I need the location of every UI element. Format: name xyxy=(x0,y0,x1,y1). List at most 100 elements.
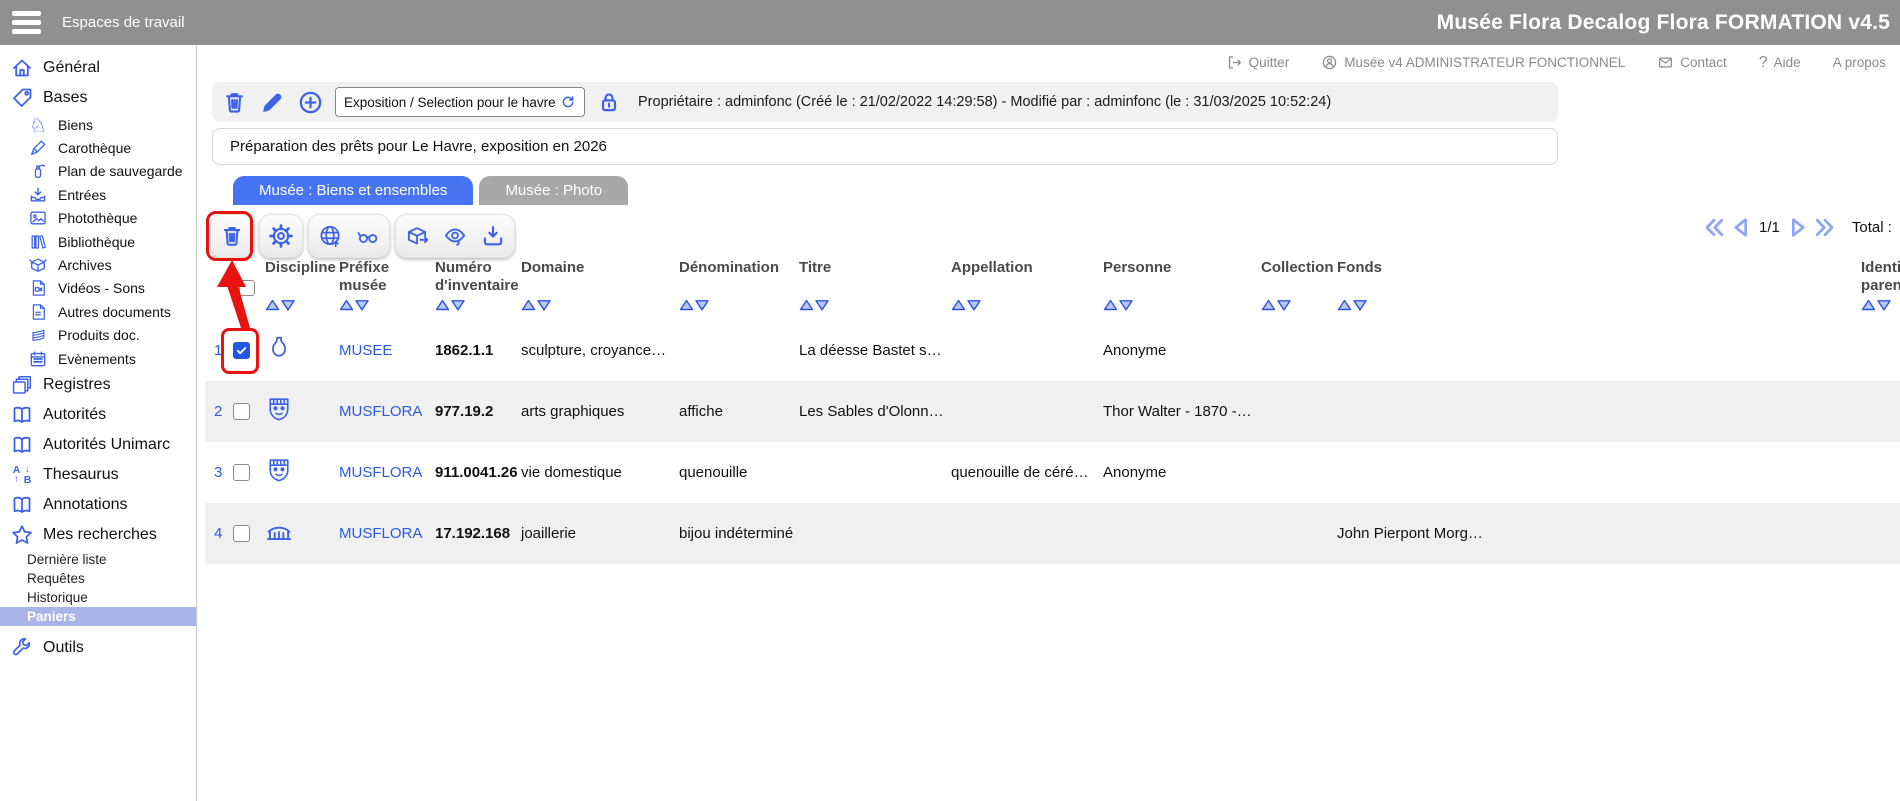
book-icon xyxy=(10,493,34,517)
cell-prefixe[interactable]: MUSFLORA xyxy=(331,525,427,542)
row-checkbox[interactable] xyxy=(233,403,250,420)
globe-icon[interactable] xyxy=(317,223,343,249)
delete-basket-button[interactable] xyxy=(221,89,248,116)
sidebar-item-outils[interactable]: Outils xyxy=(0,633,196,663)
box-export-icon[interactable] xyxy=(404,223,430,249)
tab-musee-biens-et-ensembles[interactable]: Musée : Biens et ensembles xyxy=(233,176,473,205)
column-header-ident: Identification parent xyxy=(1853,256,1900,320)
download-icon[interactable] xyxy=(480,223,506,249)
sort-icon[interactable] xyxy=(1261,298,1321,318)
basket-toolbar: Exposition / Selection pour le havre Pro… xyxy=(212,82,1558,122)
sidebar-item-autres-documents[interactable]: Autres documents xyxy=(0,300,196,323)
sidebar-item-evenements[interactable]: Evènements xyxy=(0,347,196,370)
utility-bar: Quitter Musée v4 ADMINISTRATEUR FONCTION… xyxy=(197,45,1900,80)
sort-icon[interactable] xyxy=(1103,298,1245,318)
sidebar-item-autorites-unimarc[interactable]: Autorités Unimarc xyxy=(0,430,196,460)
row-checkbox[interactable] xyxy=(233,525,250,542)
cell-prefixe[interactable]: MUSFLORA xyxy=(331,464,427,481)
sidebar-item-requetes[interactable]: Requêtes xyxy=(0,569,196,588)
aide-label: Aide xyxy=(1774,55,1801,70)
sidebar-item-label: Carothèque xyxy=(58,140,131,156)
sidebar-item-registres[interactable]: Registres xyxy=(0,370,196,400)
sidebar-item-biens[interactable]: ♘Biens xyxy=(0,113,196,136)
cell-prefixe[interactable]: MUSFLORA xyxy=(331,403,427,420)
apropos-button[interactable]: A propos xyxy=(1833,55,1886,70)
glasses-icon[interactable] xyxy=(355,223,381,249)
lock-icon[interactable] xyxy=(596,89,622,115)
cell-prefixe[interactable]: MUSEE xyxy=(331,342,427,359)
sidebar-item-thesaurus[interactable]: A↓↑BThesaurus xyxy=(0,460,196,490)
row-checkbox-cell xyxy=(229,525,257,542)
row-checkbox[interactable] xyxy=(233,464,250,481)
books-icon xyxy=(28,232,48,252)
prev-page-button[interactable] xyxy=(1729,215,1754,240)
cell-denomination: bijou indéterminé xyxy=(671,525,791,542)
sidebar-item-videos-sons[interactable]: Vidéos - Sons xyxy=(0,277,196,300)
sidebar-item-carotheque[interactable]: Carothèque xyxy=(0,136,196,159)
add-basket-button[interactable] xyxy=(297,89,324,116)
sidebar-item-paniers[interactable]: Paniers xyxy=(0,607,196,626)
sidebar-item-general[interactable]: Général xyxy=(0,53,196,83)
row-number-link[interactable]: 1 xyxy=(205,342,229,359)
sidebar-item-label: Mes recherches xyxy=(43,526,157,544)
sidebar-item-label: Archives xyxy=(58,257,112,273)
cell-numero: 911.0041.26 xyxy=(427,464,513,481)
tab-musee-photo[interactable]: Musée : Photo xyxy=(479,176,628,205)
document-icon xyxy=(28,302,48,322)
row-number-link[interactable]: 4 xyxy=(205,525,229,542)
archive-box-icon xyxy=(28,255,48,275)
column-header-collection: Collection xyxy=(1253,256,1329,320)
trash-icon[interactable] xyxy=(219,223,245,249)
quitter-button[interactable]: Quitter xyxy=(1226,54,1290,71)
sidebar-item-mes-recherches[interactable]: Mes recherches xyxy=(0,520,196,550)
sort-icon[interactable] xyxy=(435,298,505,318)
gear-icon[interactable] xyxy=(268,223,294,249)
sidebar-item-derniere-liste[interactable]: Dernière liste xyxy=(0,550,196,569)
sidebar-item-autorites[interactable]: Autorités xyxy=(0,400,196,430)
menu-icon[interactable] xyxy=(12,7,42,39)
sidebar-item-label: Autres documents xyxy=(58,304,171,320)
sidebar-item-archives[interactable]: Archives xyxy=(0,253,196,276)
cell-personne: Anonyme xyxy=(1095,342,1253,359)
row-checkbox-cell xyxy=(229,342,257,359)
eye-icon[interactable] xyxy=(442,223,468,249)
calendar-icon xyxy=(28,349,48,369)
aide-button[interactable]: ? Aide xyxy=(1759,54,1801,72)
sidebar-item-plan-de-sauvegarde[interactable]: Plan de sauvegarde xyxy=(0,160,196,183)
column-label: Numéro d'inventaire xyxy=(435,259,505,294)
basket-description-box[interactable]: Préparation des prêts pour Le Havre, exp… xyxy=(212,128,1558,165)
next-page-button[interactable] xyxy=(1785,215,1810,240)
contact-button[interactable]: Contact xyxy=(1657,54,1727,71)
house-icon xyxy=(10,56,34,80)
row-number-link[interactable]: 2 xyxy=(205,403,229,420)
basket-selector[interactable]: Exposition / Selection pour le havre xyxy=(335,87,585,117)
sort-icon[interactable] xyxy=(1337,298,1465,318)
total-label: Total : xyxy=(1852,219,1892,236)
edit-basket-button[interactable] xyxy=(259,89,286,116)
sort-icon[interactable] xyxy=(521,298,663,318)
column-header-discipline: Discipline xyxy=(257,256,331,320)
basket-selector-value: Exposition / Selection pour le havre xyxy=(344,95,556,110)
sort-icon[interactable] xyxy=(951,298,1087,318)
sidebar-item-label: Produits doc. xyxy=(58,327,140,343)
sort-icon[interactable] xyxy=(679,298,783,318)
sort-icon[interactable] xyxy=(265,298,323,318)
cell-domaine: joaillerie xyxy=(513,525,671,542)
sidebar-item-produits-doc[interactable]: Produits doc. xyxy=(0,324,196,347)
last-page-button[interactable] xyxy=(1812,215,1837,240)
sidebar-item-bases[interactable]: Bases xyxy=(0,83,196,113)
sort-icon[interactable] xyxy=(1861,298,1900,318)
user-menu[interactable]: Musée v4 ADMINISTRATEUR FONCTIONNEL xyxy=(1321,54,1625,71)
sidebar-item-historique[interactable]: Historique xyxy=(0,588,196,607)
row-number-link[interactable]: 3 xyxy=(205,464,229,481)
first-page-button[interactable] xyxy=(1702,215,1727,240)
row-checkbox[interactable] xyxy=(233,342,250,359)
sort-icon[interactable] xyxy=(339,298,419,318)
select-all-checkbox[interactable] xyxy=(239,280,255,296)
sidebar-item-bibliotheque[interactable]: Bibliothèque xyxy=(0,230,196,253)
sidebar-item-phototheque[interactable]: Photothèque xyxy=(0,207,196,230)
sidebar-item-annotations[interactable]: Annotations xyxy=(0,490,196,520)
sort-icon[interactable] xyxy=(799,298,935,318)
column-label: Titre xyxy=(799,259,935,277)
sidebar-item-entrees[interactable]: Entrées xyxy=(0,183,196,206)
